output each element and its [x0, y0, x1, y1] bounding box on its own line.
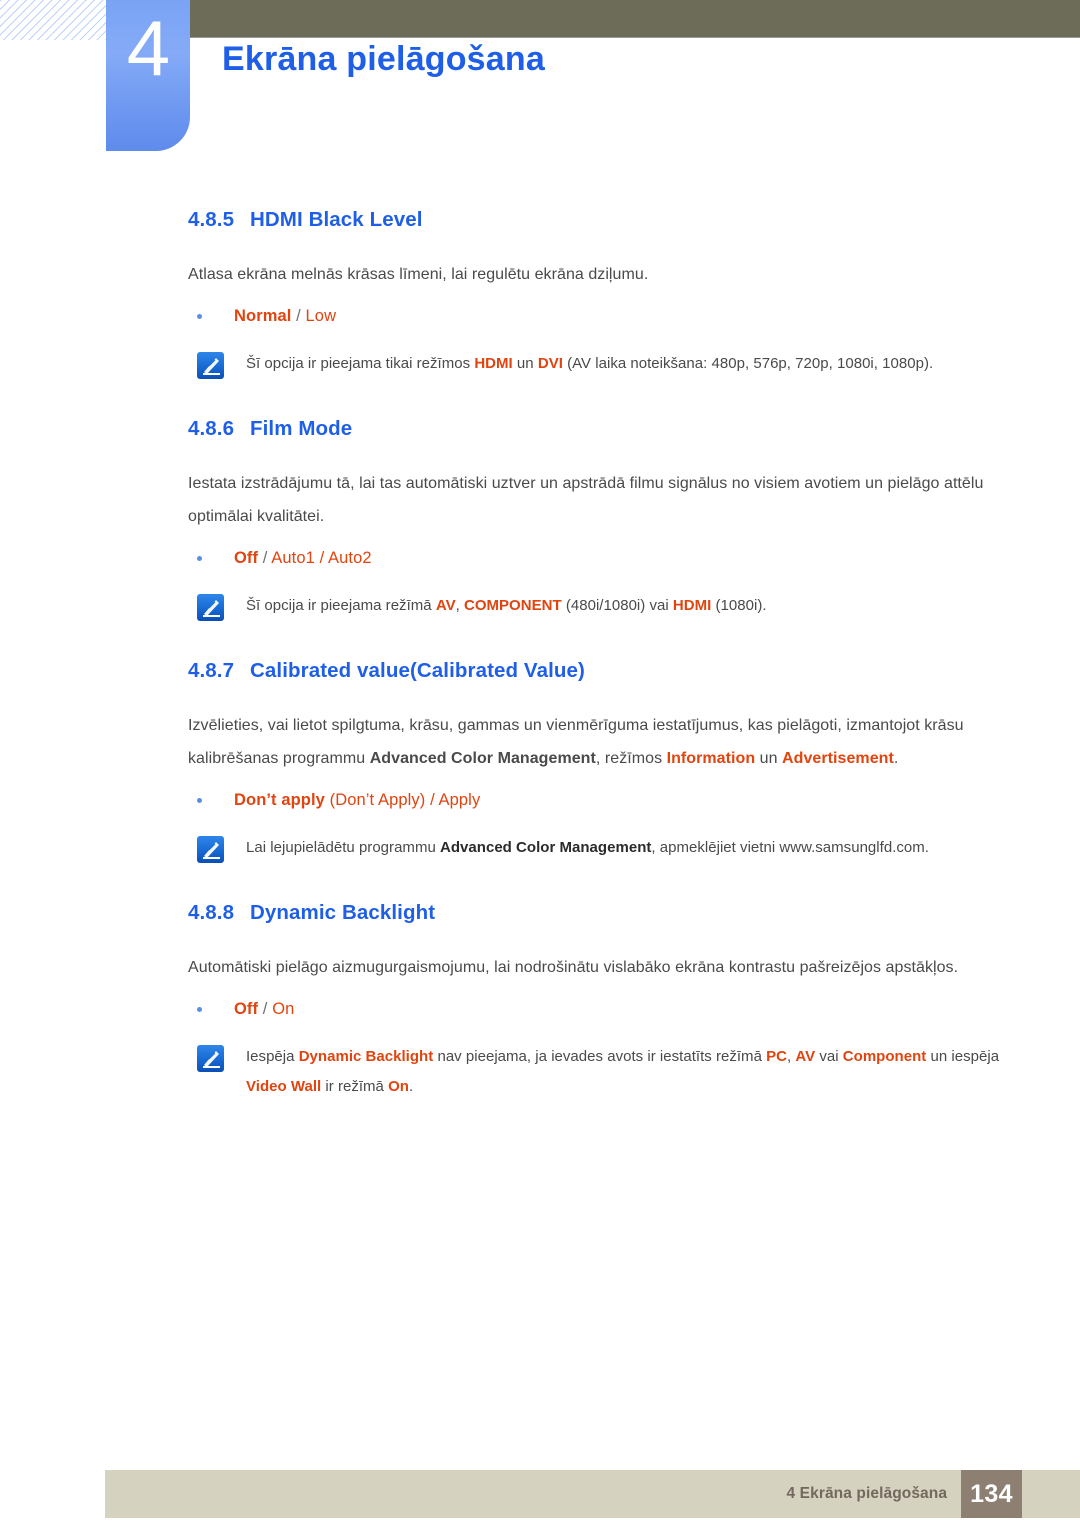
option-list-item: Off / On: [188, 994, 1024, 1024]
decorative-hatch-pattern: [0, 0, 106, 40]
note-text: Lai lejupielādētu programmu Advanced Col…: [246, 839, 929, 856]
option-secondary: (Don’t Apply) / Apply: [329, 791, 481, 809]
note-part-highlight: PC: [766, 1048, 788, 1065]
note-part: (480i/1080i) vai: [561, 597, 673, 614]
body-part-highlight: Information: [666, 750, 756, 767]
chapter-tab: 4: [106, 0, 190, 151]
option-separator: /: [258, 1000, 273, 1018]
note-part-highlight: HDMI: [474, 355, 513, 372]
note-part-highlight: AV: [795, 1048, 816, 1065]
note-pen-icon: [196, 593, 227, 624]
option-separator: /: [291, 307, 306, 325]
note-part-highlight: Dynamic Backlight: [298, 1048, 434, 1065]
note-block: Šī opcija ir pieejama tikai režīmos HDMI…: [188, 349, 1024, 383]
option-secondary: Low: [305, 307, 337, 325]
page-footer: 4 Ekrāna pielāgošana 134: [105, 1470, 1080, 1518]
section-number: 4.8.8: [188, 901, 235, 924]
header-olive-bar: [190, 0, 1080, 38]
note-part: Šī opcija ir pieejama tikai režīmos: [246, 355, 475, 372]
note-part-highlight: COMPONENT: [463, 597, 562, 614]
note-part-highlight: On: [388, 1078, 409, 1095]
option-primary: Normal: [234, 307, 292, 325]
note-part-highlight: AV: [435, 597, 456, 614]
option-list-item: Normal / Low: [188, 301, 1024, 331]
chapter-number: 4: [126, 4, 170, 92]
note-pen-icon: [196, 351, 227, 382]
section-body: Automātiski pielāgo aizmugurgaismojumu, …: [188, 959, 959, 976]
footer-inner: 4 Ekrāna pielāgošana 134: [787, 1470, 1022, 1518]
section-4-8-7: 4.8.7 Calibrated value(Calibrated Value) …: [188, 659, 1024, 867]
note-part: nav pieejama, ja ievades avots ir iestat…: [433, 1048, 767, 1065]
section-heading: 4.8.8 Dynamic Backlight: [188, 901, 1024, 925]
note-text: Iespēja Dynamic Backlight nav pieejama, …: [246, 1048, 999, 1095]
note-part: (1080i).: [711, 597, 767, 614]
note-part: vai: [815, 1048, 843, 1065]
body-part: un: [755, 750, 783, 767]
option-separator: /: [258, 549, 272, 567]
page-content: 4.8.5 HDMI Black Level Atlasa ekrāna meln…: [188, 208, 1024, 1102]
note-text: Šī opcija ir pieejama režīmā AV, COMPONE…: [246, 597, 767, 614]
option-list-item: Off / Auto1 / Auto2: [188, 543, 1024, 573]
option-primary: Off: [234, 549, 259, 567]
note-part: un iespēja: [926, 1048, 1000, 1065]
note-part-highlight: Component: [842, 1048, 927, 1065]
body-part-highlight: Advertisement: [782, 750, 894, 767]
option-secondary: On: [272, 1000, 295, 1018]
chapter-title: Ekrāna pielāgošana: [222, 40, 545, 78]
option-list-item: Don’t apply (Don’t Apply) / Apply: [188, 785, 1024, 815]
section-body: Atlasa ekrāna melnās krāsas līmeni, lai …: [188, 266, 649, 283]
note-part: , apmeklējiet vietni www.samsunglfd.com.: [651, 839, 929, 856]
section-body: Izvēlieties, vai lietot spilgtuma, krāsu…: [188, 709, 1024, 775]
note-part-highlight: HDMI: [672, 597, 712, 614]
body-part: .: [893, 750, 899, 767]
option-primary: Don’t apply: [234, 791, 325, 809]
note-pen-icon: [196, 835, 227, 866]
note-part: Iespēja: [246, 1048, 299, 1065]
section-heading: 4.8.5 HDMI Black Level: [188, 208, 1024, 232]
note-block: Iespēja Dynamic Backlight nav pieejama, …: [188, 1042, 1024, 1102]
section-title: HDMI Black Level: [250, 208, 423, 231]
section-body: Iestata izstrādājumu tā, lai tas automāt…: [188, 475, 984, 525]
option-secondary: Auto1 / Auto2: [271, 549, 372, 567]
page-header: 4 Ekrāna pielāgošana: [0, 0, 1080, 165]
section-heading: 4.8.7 Calibrated value(Calibrated Value): [188, 659, 1024, 683]
section-title: Dynamic Backlight: [250, 901, 436, 924]
body-part-bold: Advanced Color Management: [369, 750, 596, 767]
section-title: Calibrated value(Calibrated Value): [250, 659, 585, 682]
section-title: Film Mode: [250, 417, 353, 440]
note-part: un: [512, 355, 538, 372]
section-number: 4.8.7: [188, 659, 235, 682]
note-part: Šī opcija ir pieejama režīmā: [246, 597, 436, 614]
note-part: (AV laika noteikšana: 480p, 576p, 720p, …: [562, 355, 934, 372]
note-block: Lai lejupielādētu programmu Advanced Col…: [188, 833, 1024, 867]
section-4-8-8: 4.8.8 Dynamic Backlight Automātiski pielā…: [188, 901, 1024, 1102]
note-part: ir režīmā: [321, 1078, 389, 1095]
note-text: Šī opcija ir pieejama tikai režīmos HDMI…: [246, 355, 933, 372]
section-number: 4.8.6: [188, 417, 235, 440]
option-primary: Off: [234, 1000, 259, 1018]
section-heading: 4.8.6 Film Mode: [188, 417, 1024, 441]
note-part-highlight: DVI: [537, 355, 563, 372]
note-part: Lai lejupielādētu programmu: [246, 839, 441, 856]
note-pen-icon: [196, 1044, 227, 1075]
note-block: Šī opcija ir pieejama režīmā AV, COMPONE…: [188, 591, 1024, 625]
note-part: ,: [455, 597, 464, 614]
page-number-badge: 134: [961, 1470, 1022, 1518]
note-part-bold: Advanced Color Management: [440, 839, 652, 856]
note-part: .: [409, 1078, 414, 1095]
section-number: 4.8.5: [188, 208, 235, 231]
section-4-8-5: 4.8.5 HDMI Black Level Atlasa ekrāna meln…: [188, 208, 1024, 383]
footer-chapter-label: 4 Ekrāna pielāgošana: [786, 1485, 948, 1502]
body-part: , režīmos: [595, 750, 667, 767]
section-4-8-6: 4.8.6 Film Mode Iestata izstrādājumu tā, …: [188, 417, 1024, 625]
note-part-highlight: Video Wall: [246, 1078, 322, 1095]
